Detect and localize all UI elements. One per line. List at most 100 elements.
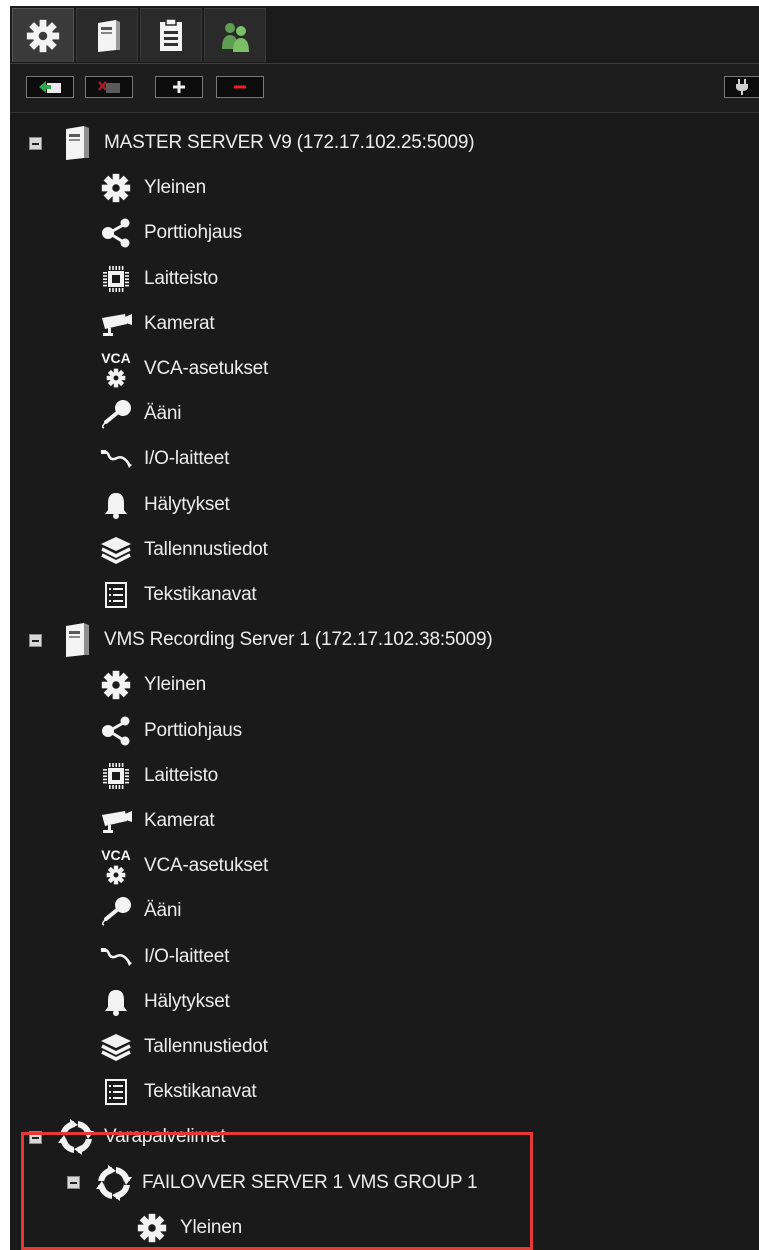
settings-item[interactable]: Porttiohjaus — [96, 711, 242, 751]
chip-icon — [103, 762, 129, 789]
document-list-icon — [160, 18, 182, 51]
tree-item-icon: VCA — [96, 349, 136, 389]
tree-item-label: Laitteisto — [144, 764, 219, 786]
tree-item-icon — [96, 394, 136, 434]
tree-item-label: Tekstikanavat — [144, 1081, 257, 1103]
gear-icon — [137, 1213, 167, 1242]
collapse-all-button[interactable] — [216, 76, 264, 98]
expand-all-button[interactable] — [155, 76, 203, 98]
tree-item-icon — [96, 1072, 136, 1112]
tree-item-label: Laitteisto — [144, 267, 219, 289]
remove-server-icon — [98, 81, 120, 93]
users-icon — [222, 22, 249, 52]
chip-icon — [103, 265, 129, 292]
toolbar — [10, 64, 759, 113]
failover-icon — [58, 1119, 94, 1156]
settings-item[interactable]: Yleinen — [96, 665, 206, 705]
tree-item-label: Porttiohjaus — [144, 222, 242, 244]
plug-icon — [736, 79, 748, 95]
tree-item-icon — [56, 620, 96, 660]
server-node[interactable]: MASTER SERVER V9 (172.17.102.25:5009) — [29, 123, 475, 163]
tab-settings[interactable] — [12, 8, 74, 62]
tree-item-label: VCA-asetukset — [144, 358, 269, 379]
server-node[interactable]: VMS Recording Server 1 (172.17.102.38:50… — [29, 620, 493, 660]
settings-item[interactable]: Hälytykset — [96, 982, 230, 1022]
tree-item-label: Yleinen — [144, 177, 206, 199]
server-tree: MASTER SERVER V9 (172.17.102.25:5009) Yle… — [10, 113, 759, 1250]
failover-group-node[interactable]: FAILOVVER SERVER 1 VMS GROUP 1 — [67, 1163, 478, 1203]
settings-item[interactable]: Tallennustiedot — [96, 1027, 268, 1067]
collapse-toggle[interactable] — [29, 633, 42, 647]
settings-item[interactable]: Porttiohjaus — [96, 213, 242, 253]
tree-item-icon — [96, 1027, 136, 1067]
vca-icon-text: VCA — [101, 350, 131, 366]
vca-icon-text: VCA — [101, 847, 131, 863]
tree-item-icon — [96, 530, 136, 570]
camera-icon — [102, 811, 132, 833]
server-icon — [98, 19, 120, 52]
camera-icon — [102, 313, 132, 336]
tree-item-label: Tekstikanavat — [144, 584, 257, 605]
settings-item[interactable]: Ääni — [96, 891, 181, 931]
add-server-button[interactable] — [26, 76, 74, 98]
settings-item[interactable]: Yleinen — [132, 1208, 242, 1248]
microphone-icon — [101, 897, 131, 927]
settings-item[interactable]: Laitteisto — [96, 756, 218, 796]
tree-item-icon — [56, 1117, 96, 1157]
tab-reports[interactable] — [140, 8, 202, 62]
text-list-icon — [105, 582, 127, 608]
settings-item[interactable]: Laitteisto — [96, 259, 218, 299]
settings-item[interactable]: VCA VCA-asetukset — [96, 349, 268, 389]
tree-item-label: Hälytykset — [144, 990, 230, 1012]
tree-item-label: Tallennustiedot — [144, 538, 268, 560]
text-list-icon — [105, 1079, 127, 1106]
tree-item-icon — [96, 801, 136, 841]
connect-button[interactable] — [724, 76, 759, 98]
tree-item-label: I/O-laitteet — [144, 945, 230, 967]
layers-icon — [101, 1034, 131, 1061]
settings-item[interactable]: Tekstikanavat — [96, 1072, 257, 1112]
server-icon — [66, 126, 89, 160]
tree-item-icon — [96, 259, 136, 299]
settings-item[interactable]: Kamerat — [96, 304, 215, 344]
tree-item-label: Kamerat — [144, 312, 215, 334]
gear-icon — [101, 671, 131, 700]
collapse-toggle[interactable] — [29, 136, 42, 150]
share-icon — [102, 218, 130, 248]
microphone-icon — [101, 400, 131, 429]
failover-node[interactable]: Varapalvelimet — [29, 1117, 226, 1157]
plus-icon — [173, 81, 185, 93]
collapse-toggle[interactable] — [29, 1130, 42, 1144]
io-cable-icon — [100, 450, 132, 469]
settings-item[interactable]: Ääni — [96, 394, 181, 434]
settings-item[interactable]: I/O-laitteet — [96, 439, 229, 479]
tree-item-label: Varapalvelimet — [104, 1126, 226, 1148]
gear-icon — [101, 174, 131, 203]
tree-item-label: VCA-asetukset — [144, 855, 269, 877]
add-server-icon — [39, 81, 61, 93]
vca-icon: VCA — [101, 350, 131, 388]
tab-users[interactable] — [204, 8, 266, 62]
settings-item[interactable]: VCA VCA-asetukset — [96, 846, 268, 886]
tree-item-label: Ääni — [144, 403, 182, 425]
settings-item[interactable]: Hälytykset — [96, 485, 230, 525]
collapse-toggle[interactable] — [67, 1176, 80, 1190]
tree-item-icon — [96, 304, 136, 344]
tree-item-icon — [96, 937, 136, 977]
settings-item[interactable]: Yleinen — [96, 168, 206, 208]
tree-item-icon — [94, 1163, 134, 1203]
settings-item[interactable]: I/O-laitteet — [96, 937, 229, 977]
vca-icon: VCA — [101, 847, 131, 885]
tree-item-label: Yleinen — [180, 1216, 242, 1238]
tree-item-icon: VCA — [96, 846, 136, 886]
tab-servers[interactable] — [76, 8, 138, 62]
settings-item[interactable]: Tekstikanavat — [96, 575, 257, 615]
settings-item[interactable]: Tallennustiedot — [96, 530, 268, 570]
tree-item-label: Tallennustiedot — [144, 1036, 268, 1057]
settings-item[interactable]: Kamerat — [96, 801, 215, 841]
tree-item-icon — [96, 485, 136, 525]
tree-item-icon — [56, 123, 96, 163]
tree-item-label: MASTER SERVER V9 (172.17.102.25:5009) — [104, 132, 475, 153]
tree-item-icon — [96, 891, 136, 931]
remove-server-button[interactable] — [85, 76, 133, 98]
